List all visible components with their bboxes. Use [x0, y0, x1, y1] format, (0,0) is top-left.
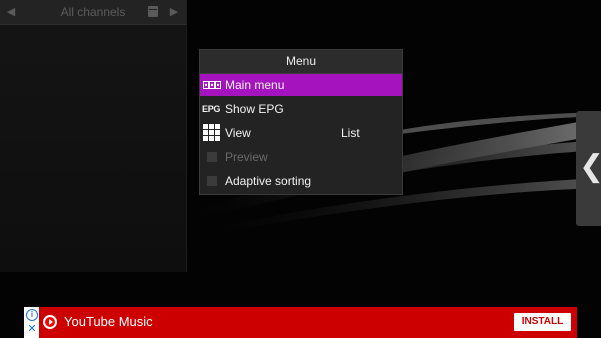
menu-title: Menu	[200, 50, 402, 74]
view-mode-value: List	[341, 126, 360, 140]
triangle-right-icon[interactable]: ▶	[165, 0, 183, 24]
menu-item-adaptive-sorting[interactable]: Adaptive sorting	[200, 170, 402, 192]
channel-list-panel: ◀ All channels ▶	[0, 0, 187, 272]
calendar-icon[interactable]	[148, 6, 158, 17]
main-menu-icon	[203, 81, 221, 89]
install-button[interactable]: INSTALL	[514, 313, 571, 331]
ad-title: YouTube Music	[64, 314, 153, 329]
menu-item-preview[interactable]: Preview	[200, 146, 402, 168]
ad-banner[interactable]: i ✕ YouTube Music INSTALL	[24, 307, 577, 338]
menu-item-view[interactable]: View List	[200, 122, 402, 144]
adaptive-sorting-checkbox[interactable]	[207, 176, 217, 186]
close-icon[interactable]: ✕	[26, 323, 38, 335]
menu-dialog: Menu Main menu EPG Show EPG View List Pr…	[199, 49, 403, 195]
chevron-left-icon: ❮	[579, 149, 601, 185]
tv-screen: ◀ All channels ▶ ❮ Menu Main menu EPG Sh…	[0, 0, 601, 338]
youtube-logo-icon	[43, 315, 57, 329]
menu-item-label: Preview	[225, 150, 268, 164]
ad-choices-strip: i ✕	[24, 307, 39, 338]
channel-header: ◀ All channels ▶	[0, 0, 186, 25]
menu-item-label: Show EPG	[225, 102, 284, 116]
menu-item-show-epg[interactable]: EPG Show EPG	[200, 98, 402, 120]
triangle-left-icon[interactable]: ◀	[2, 0, 20, 24]
menu-item-label: Main menu	[225, 78, 285, 92]
preview-checkbox[interactable]	[207, 152, 217, 162]
menu-item-label: View	[225, 126, 251, 140]
epg-icon: EPG	[202, 104, 221, 114]
menu-item-label: Adaptive sorting	[225, 174, 312, 188]
info-icon[interactable]: i	[26, 309, 38, 321]
grid-view-icon	[203, 124, 220, 141]
side-drawer-handle[interactable]: ❮	[576, 111, 601, 226]
menu-item-main-menu[interactable]: Main menu	[200, 74, 402, 96]
channel-group-title: All channels	[60, 5, 126, 19]
